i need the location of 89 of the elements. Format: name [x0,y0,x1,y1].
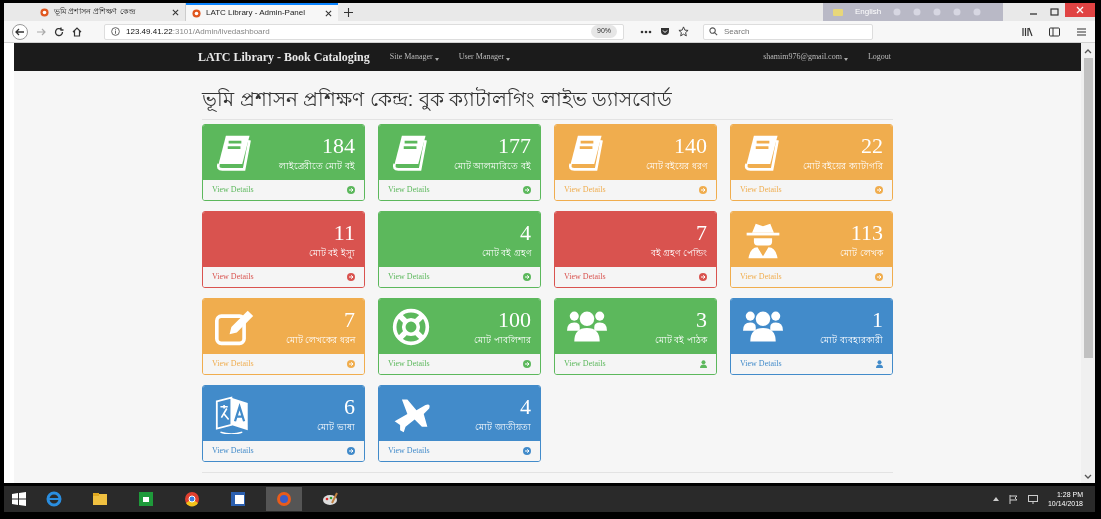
arrow-circle-icon [347,186,355,194]
reload-icon[interactable] [54,26,64,37]
network-icon[interactable] [1027,494,1038,504]
stat-label: মোট ব্যবহারকারী [820,333,883,347]
stat-value: 100 [498,306,531,333]
scroll-down-icon[interactable] [1084,474,1092,480]
tab-title: LATC Library - Admin-Panel [206,7,306,19]
arrow-circle-icon [875,273,883,281]
document-icon[interactable] [230,491,246,507]
info-icon[interactable] [111,27,120,36]
stat-value: 11 [333,219,355,246]
search-field[interactable]: Search [703,23,873,40]
stat-label: মোট বইয়ের ক্যাটাগরি [803,159,883,173]
stat-label: লাইব্রেরীতে মোট বই [279,159,355,173]
stat-value: 177 [498,132,531,159]
caret-icon [506,57,511,61]
stat-value: 6 [344,393,355,420]
page-heading: ভূমি প্রশাসন প্রশিক্ষণ কেন্দ্র: বুক ক্যাটালগিং লাইভ ড্যাসবোর্ড [202,85,893,120]
stat-label: বই গ্রহণ পেন্ডিং [651,246,707,260]
arrow-circle-icon [875,186,883,194]
arrow-circle-icon [523,447,531,455]
stat-label: মোট বই ইস্যু [309,246,355,260]
tray-arrow-icon[interactable] [992,497,999,501]
logout-link[interactable]: Logout [867,51,891,63]
close-window-button[interactable] [1065,3,1095,17]
brand-title[interactable]: LATC Library - Book Cataloging [198,48,370,66]
back-icon[interactable] [12,23,28,40]
star-icon[interactable] [678,26,689,37]
home-icon[interactable] [72,26,82,37]
stat-value: 7 [696,219,707,246]
arrow-circle-icon [347,447,355,455]
tab-title: ভূমি প্রশাসন প্রশিক্ষণ কেন্দ্র [54,6,136,18]
arrow-circle-icon [699,186,707,194]
user-menu-link[interactable]: shamim976@gmail.com [763,51,848,63]
maximize-icon[interactable] [1050,7,1059,17]
stat-value: 4 [520,219,531,246]
flag-icon[interactable] [1008,494,1018,504]
favicon-icon [40,7,49,17]
stat-value: 140 [674,132,707,159]
stat-value: 184 [322,132,355,159]
stat-value: 1 [872,306,883,333]
menu-icon[interactable] [1076,26,1087,37]
nav-menu-link[interactable]: Site Manager [389,51,439,63]
stat-value: 4 [520,393,531,420]
stat-value: 3 [696,306,707,333]
stat-value: 7 [344,306,355,333]
close-icon[interactable] [325,9,332,17]
search-icon [709,27,718,36]
scroll-thumb[interactable] [1083,58,1093,358]
favicon-icon [192,8,201,18]
nav-menu-link[interactable]: User Manager [458,51,511,63]
scrollbar[interactable] [1081,43,1095,483]
url-text: 123.49.41.22:3101/Admin/livedashboard [126,25,271,38]
library-icon[interactable] [1022,26,1033,37]
store-icon[interactable] [138,491,154,507]
stat-label: মোট জাতীয়তা [475,420,531,434]
caret-icon [843,57,848,61]
stat-value: 113 [850,219,883,246]
new-tab-icon[interactable] [344,7,353,17]
arrow-circle-icon [523,186,531,194]
pocket-icon[interactable] [660,27,670,36]
arrow-circle-icon [523,360,531,368]
arrow-circle-icon [347,360,355,368]
close-icon [1076,6,1084,14]
chrome-icon[interactable] [184,491,200,507]
stat-label: মোট আলমারিতে বই [454,159,531,173]
stat-label: মোট বই গ্রহণ [482,246,531,260]
arrow-circle-icon [699,273,707,281]
paint-icon[interactable] [322,491,338,507]
caret-icon [434,57,439,61]
close-icon[interactable] [172,8,179,16]
stat-label: মোট বইয়ের ধরণ [646,159,707,173]
arrow-circle-icon [347,273,355,281]
scroll-up-icon[interactable] [1084,48,1092,54]
arrow-circle-icon [523,273,531,281]
stat-label: মোট পাবলিশার [474,333,531,347]
browser-icon[interactable] [46,491,62,507]
user-icon [700,360,707,368]
user-icon [876,360,883,368]
stat-value: 22 [861,132,883,159]
stat-label: মোট বই পাঠক [655,333,707,347]
stat-label: মোট লেখকের ধরন [286,333,355,347]
browser-tab[interactable]: LATC Library - Admin-Panel [186,3,338,21]
folder-icon[interactable] [92,491,108,507]
stat-label: মোট ভাষা [317,420,355,434]
more-icon[interactable] [640,29,652,34]
sidebar-icon[interactable] [1049,26,1060,37]
stat-label: মোট লেখক [840,246,883,260]
windows-start-icon[interactable] [12,492,26,506]
